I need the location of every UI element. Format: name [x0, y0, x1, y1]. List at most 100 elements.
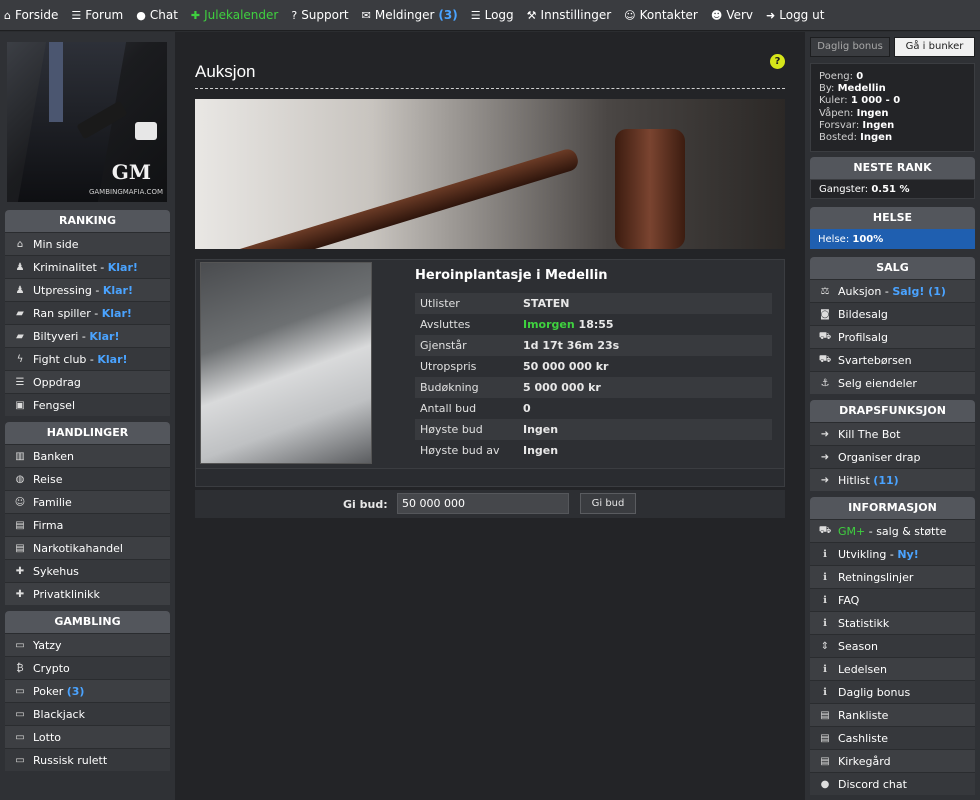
menu-item-blackjack[interactable]: ▭ Blackjack — [5, 702, 170, 725]
nav-logg-ut[interactable]: ➜ Logg ut — [766, 8, 824, 22]
bunker-button[interactable]: Gå i bunker — [894, 37, 975, 57]
menu-item-label: Retningslinjer — [838, 570, 914, 584]
money-icon: ▭ — [15, 708, 25, 720]
menu-item-rankliste[interactable]: ▤ Rankliste — [810, 703, 975, 726]
menu-item-label: Reise — [33, 472, 63, 486]
player-stat-key: Forsvar: — [819, 119, 860, 131]
auction-info-key: Høyste bud — [420, 423, 483, 436]
menu-item-status: Ny! — [897, 547, 919, 561]
menu-item-fight-club[interactable]: ϟ Fight club - Klar! — [5, 347, 170, 370]
menu-item-narkotikahandel[interactable]: ▤ Narkotikahandel — [5, 536, 170, 559]
menu-item-oppdrag[interactable]: ☰ Oppdrag — [5, 370, 170, 393]
menu-item-faq[interactable]: ℹ FAQ — [810, 588, 975, 611]
right-sidebar: Daglig bonus Gå i bunker Poeng: 0 By: Med… — [805, 32, 980, 800]
avatar[interactable]: GM GAMBINGMAFIA.COM — [7, 42, 167, 202]
user-plus-icon: ☻ — [710, 8, 723, 22]
bid-submit-button[interactable]: Gi bud — [580, 493, 636, 514]
menu-item-min-side[interactable]: ⌂ Min side — [5, 232, 170, 255]
nav-meldinger[interactable]: ✉ Meldinger (3) — [362, 8, 458, 22]
auction-item-name: Heroinplantasje i Medellin — [415, 268, 608, 283]
menu-item-crypto[interactable]: ₿ Crypto — [5, 656, 170, 679]
menu-item-svartebørsen[interactable]: ⛟ Svartebørsen — [810, 348, 975, 371]
menu-item-biltyveri[interactable]: ▰ Biltyveri - Klar! — [5, 324, 170, 347]
nav-forum[interactable]: ☰ Forum — [71, 8, 123, 22]
nav-support[interactable]: ? Support — [291, 8, 348, 22]
nav-julekalender[interactable]: ✚ Julekalender — [191, 8, 278, 22]
menu-item-kriminalitet[interactable]: ♟ Kriminalitet - Klar! — [5, 255, 170, 278]
auction-info-value-text: 0 — [523, 402, 531, 415]
helse-value: 100% — [852, 233, 884, 245]
menu-item-label: Firma — [33, 518, 64, 532]
menu-item-label: Poker — [33, 684, 64, 698]
menu-item-daglig-bonus[interactable]: ℹ Daglig bonus — [810, 680, 975, 703]
menu-item-firma[interactable]: ▤ Firma — [5, 513, 170, 536]
gift-icon: ✚ — [190, 8, 201, 22]
bid-label: Gi bud: — [343, 498, 388, 511]
menu-item-yatzy[interactable]: ▭ Yatzy — [5, 633, 170, 656]
menu-item-season[interactable]: ⇕ Season — [810, 634, 975, 657]
person-icon: ♟ — [15, 284, 25, 296]
menu-item-familie[interactable]: ☺ Familie — [5, 490, 170, 513]
menu-item-discord-chat[interactable]: ● Discord chat — [810, 772, 975, 795]
list-icon: ▤ — [820, 709, 830, 721]
menu-item-lotto[interactable]: ▭ Lotto — [5, 725, 170, 748]
menu-item-selg-eiendeler[interactable]: ⚓ Selg eiendeler — [810, 371, 975, 394]
nav-logg[interactable]: ☰ Logg — [471, 8, 514, 22]
menu-item-utpressing[interactable]: ♟ Utpressing - Klar! — [5, 278, 170, 301]
bid-amount-input[interactable] — [397, 493, 569, 514]
menu-item-hitlist[interactable]: ➜ Hitlist (11) — [810, 468, 975, 491]
building-icon: ▤ — [15, 519, 25, 531]
menu-item-label: Sykehus — [33, 564, 79, 578]
drap-menu: ➜ Kill The Bot ➜ Organiser drap ➜ Hitlist (11… — [810, 422, 975, 491]
nav-verv[interactable]: ☻ Verv — [711, 8, 753, 22]
daily-bonus-button[interactable]: Daglig bonus — [810, 37, 890, 57]
menu-item-cashliste[interactable]: ▤ Cashliste — [810, 726, 975, 749]
menu-item-profilsalg[interactable]: ⛟ Profilsalg — [810, 325, 975, 348]
nav-count-badge: (3) — [438, 8, 458, 22]
menu-item-statistikk[interactable]: ℹ Statistikk — [810, 611, 975, 634]
nav-kontakter[interactable]: ☺ Kontakter — [624, 8, 698, 22]
nav-chat[interactable]: ● Chat — [136, 8, 178, 22]
menu-item-label: Russisk rulett — [33, 753, 108, 767]
menu-item-label: Bildesalg — [838, 307, 888, 321]
menu-item-bildesalg[interactable]: ◙ Bildesalg — [810, 302, 975, 325]
page-title: Auksjon — [195, 62, 256, 81]
auction-info-value-highlight: Imorgen — [523, 318, 575, 331]
menu-item-retningslinjer[interactable]: ℹ Retningslinjer — [810, 565, 975, 588]
ranking-panel: RANKING ⌂ Min side ♟ Kriminalitet - Klar! ♟ U… — [5, 210, 170, 416]
menu-item-privatklinikk[interactable]: ✚ Privatklinikk — [5, 582, 170, 605]
auction-info-row: Budøkning 5 000 000 kr — [415, 377, 772, 398]
menu-item-ledelsen[interactable]: ℹ Ledelsen — [810, 657, 975, 680]
menu-item-utvikling[interactable]: ℹ Utvikling - Ny! — [810, 542, 975, 565]
player-stat-value: Ingen — [860, 132, 893, 144]
drap-panel: DRAPSFUNKSJON ➜ Kill The Bot ➜ Organiser dr… — [810, 400, 975, 491]
auction-info-value: 50 000 000 kr — [523, 360, 608, 373]
player-stat-row: By: Medellin — [819, 83, 966, 95]
envelope-icon: ✉ — [361, 8, 371, 22]
menu-item-sykehus[interactable]: ✚ Sykehus — [5, 559, 170, 582]
menu-item-poker[interactable]: ▭ Poker (3) — [5, 679, 170, 702]
menu-item-kirkegard[interactable]: ▤ Kirkegård — [810, 749, 975, 772]
menu-item-banken[interactable]: ▥ Banken — [5, 444, 170, 467]
menu-item-label: Utpressing — [33, 283, 92, 297]
menu-item-fengsel[interactable]: ▣ Fengsel — [5, 393, 170, 416]
menu-item-highlight: GM+ — [838, 524, 866, 538]
auction-info-row: Høyste bud Ingen — [415, 419, 772, 440]
menu-item-russisk-rulett[interactable]: ▭ Russisk rulett — [5, 748, 170, 771]
menu-item-organiser-drap[interactable]: ➜ Organiser drap — [810, 445, 975, 468]
help-icon[interactable]: ? — [770, 54, 785, 69]
player-stats: Poeng: 0 By: Medellin Kuler: 1 000 - 0 Våpe… — [810, 63, 975, 152]
cart-icon: ⛟ — [818, 330, 832, 342]
menu-item-label: Statistikk — [838, 616, 890, 630]
nav-forside[interactable]: ⌂ Forside — [4, 8, 58, 22]
menu-item-label: FAQ — [838, 593, 860, 607]
menu-item-label: Kirkegård — [838, 754, 891, 768]
menu-item-label: Familie — [33, 495, 72, 509]
menu-item-reise[interactable]: ◍ Reise — [5, 467, 170, 490]
nav-innstillinger[interactable]: ⚒ Innstillinger — [527, 8, 611, 22]
auction-info-row: Gjenstår 1d 17t 36m 23s — [415, 335, 772, 356]
menu-item-ran-spiller[interactable]: ▰ Ran spiller - Klar! — [5, 301, 170, 324]
menu-item-kill-the-bot[interactable]: ➜ Kill The Bot — [810, 422, 975, 445]
menu-item-gm-plus[interactable]: ⛟ GM+ - salg & støtte — [810, 519, 975, 542]
menu-item-auksjon[interactable]: ⚖ Auksjon - Salg! (1) — [810, 279, 975, 302]
